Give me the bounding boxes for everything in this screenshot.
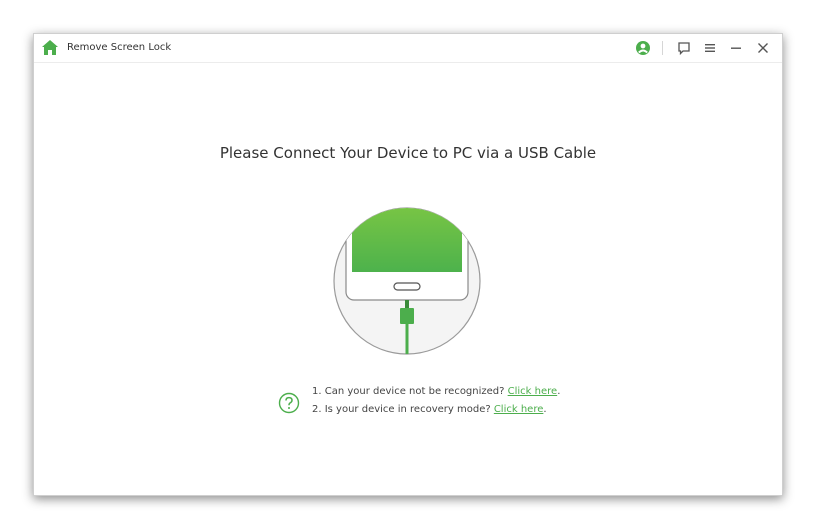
close-icon[interactable]	[755, 40, 771, 56]
help-item-suffix: .	[557, 386, 561, 397]
phone-usb-illustration	[333, 207, 481, 355]
help-item-recovery-mode: 2. Is your device in recovery mode? Clic…	[312, 404, 547, 415]
account-icon[interactable]	[635, 40, 651, 56]
click-here-link-recovery-mode[interactable]: Click here	[494, 404, 544, 415]
help-item-unrecognized: 1. Can your device not be recognized? Cl…	[312, 386, 560, 397]
home-icon[interactable]	[41, 39, 59, 56]
help-item-text: 2. Is your device in recovery mode?	[312, 404, 494, 415]
click-here-link-unrecognized[interactable]: Click here	[508, 386, 558, 397]
connect-instruction-heading: Please Connect Your Device to PC via a U…	[219, 144, 597, 162]
help-item-suffix: .	[543, 404, 547, 415]
help-item-text: 1. Can your device not be recognized?	[312, 386, 508, 397]
app-window: Remove Screen Lock Please Connect Your D…	[33, 33, 783, 496]
app-title: Remove Screen Lock	[67, 42, 172, 53]
menu-icon[interactable]	[702, 40, 718, 56]
title-bar-divider	[662, 41, 663, 55]
title-bar: Remove Screen Lock	[34, 34, 782, 63]
feedback-icon[interactable]	[676, 40, 692, 56]
minimize-icon[interactable]	[728, 40, 744, 56]
question-icon	[278, 392, 300, 414]
